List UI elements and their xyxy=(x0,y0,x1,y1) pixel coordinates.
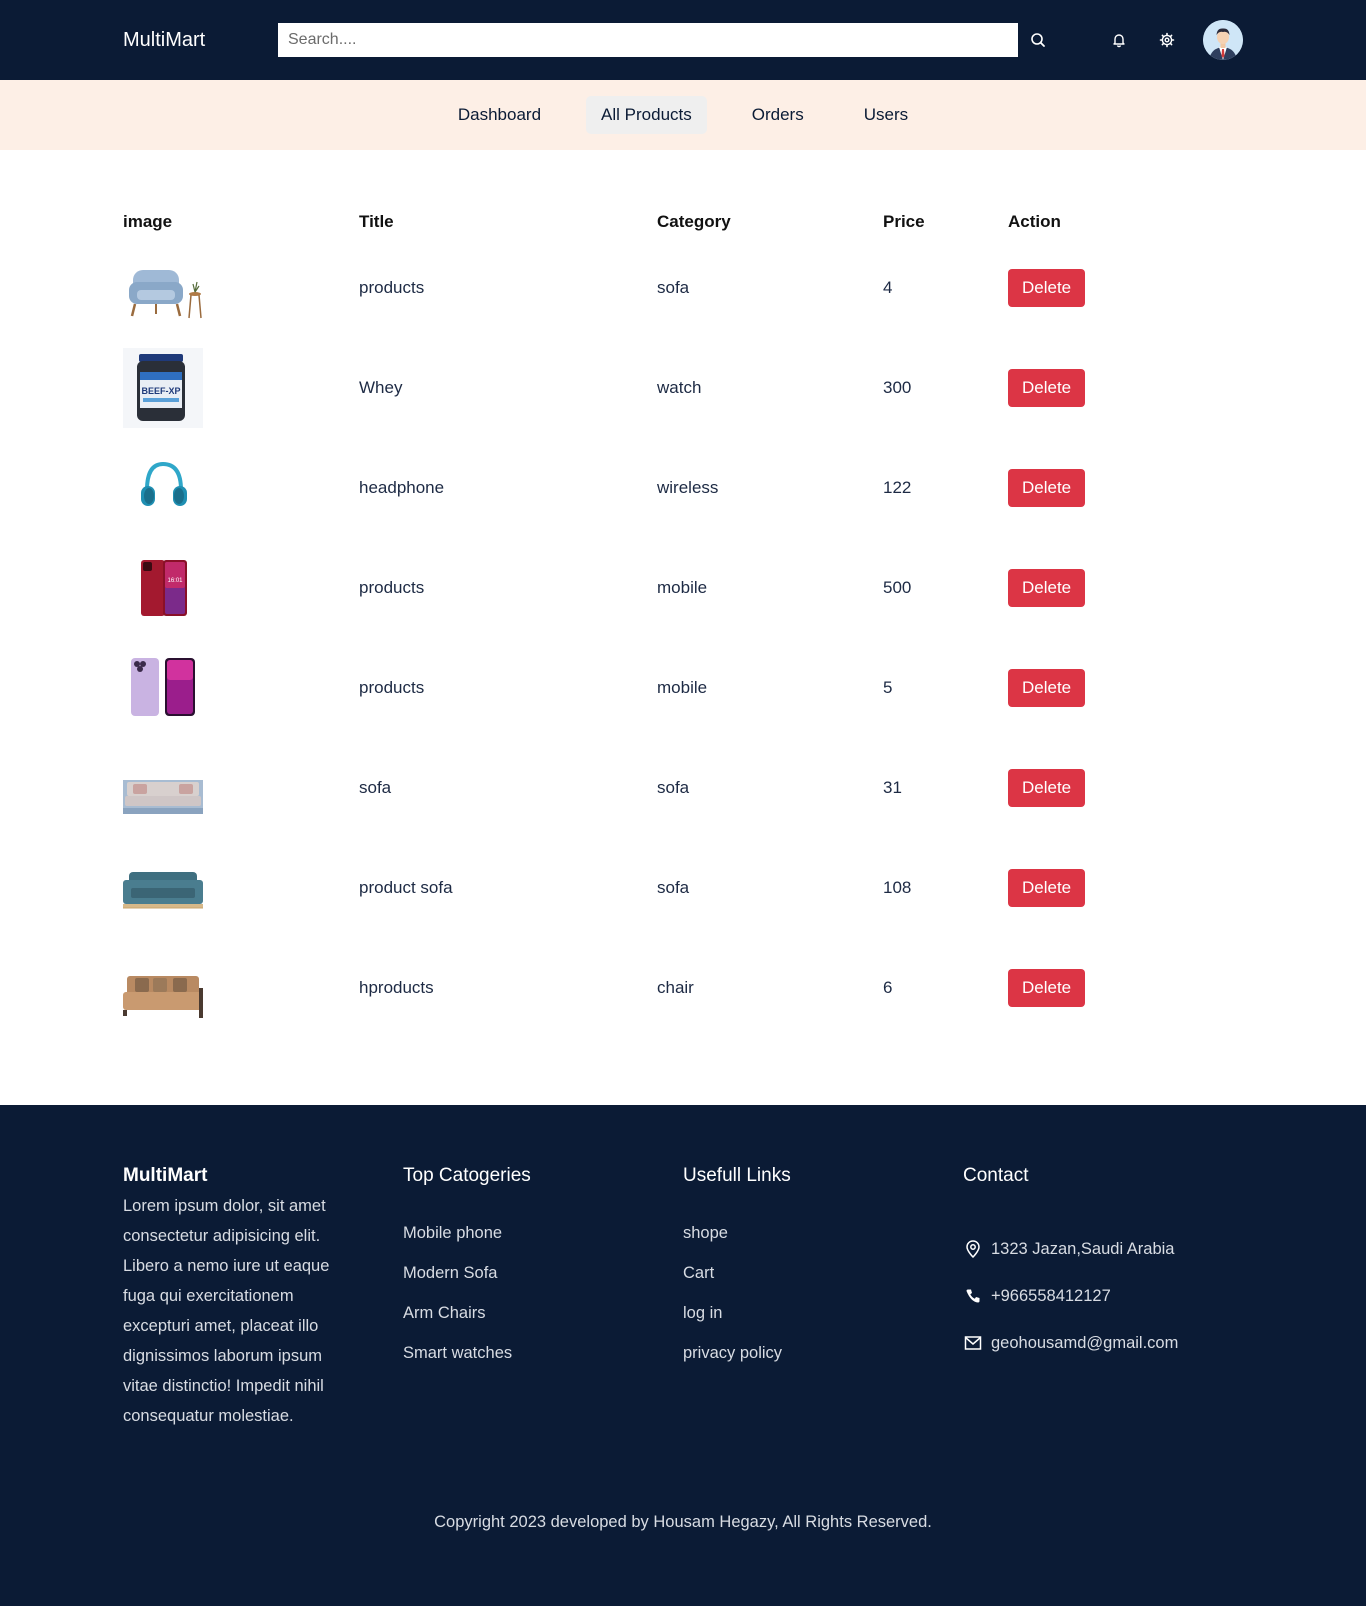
bell-icon[interactable] xyxy=(1101,22,1137,58)
cell-title: product sofa xyxy=(359,878,453,897)
grey-sofa-image xyxy=(123,780,203,814)
delete-button[interactable]: Delete xyxy=(1008,969,1086,1007)
cell-title: Whey xyxy=(359,378,403,397)
table-row: product sofa sofa 108 Delete xyxy=(123,838,1243,938)
brown-sofa-image xyxy=(123,976,203,1018)
cell-category: sofa xyxy=(657,778,690,797)
footer-link-mobile-phone[interactable]: Mobile phone xyxy=(403,1223,683,1263)
contact-email: geohousamd@gmail.com xyxy=(963,1319,1243,1366)
top-bar: MultiMart xyxy=(0,0,1366,80)
products-section: image Title Category Price Action produc… xyxy=(0,150,1366,1105)
gear-icon[interactable] xyxy=(1149,22,1185,58)
svg-text:16:01: 16:01 xyxy=(167,578,183,584)
armchair-image xyxy=(129,270,202,319)
delete-button[interactable]: Delete xyxy=(1008,269,1086,307)
footer-links-title: Usefull Links xyxy=(683,1165,791,1186)
footer-about-text: Lorem ipsum dolor, sit amet consectetur … xyxy=(123,1197,330,1425)
cell-category: sofa xyxy=(657,278,690,297)
main-nav: Dashboard All Products Orders Users xyxy=(0,80,1366,150)
delete-button[interactable]: Delete xyxy=(1008,769,1086,807)
cell-price: 4 xyxy=(883,278,893,297)
cell-title: products xyxy=(359,278,425,297)
footer-link-cart[interactable]: Cart xyxy=(683,1263,963,1303)
cell-price: 31 xyxy=(883,778,902,797)
footer-links: Usefull Links shope Cart log in privacy … xyxy=(683,1165,963,1431)
table-row: products sofa 4 Delete xyxy=(123,238,1243,338)
cell-category: watch xyxy=(657,378,702,397)
cell-price: 6 xyxy=(883,978,893,997)
avatar[interactable] xyxy=(1203,20,1243,60)
search-input[interactable] xyxy=(278,23,1018,57)
footer: MultiMart Lorem ipsum dolor, sit amet co… xyxy=(0,1105,1366,1606)
footer-about: MultiMart Lorem ipsum dolor, sit amet co… xyxy=(123,1165,403,1431)
copyright-text: Copyright 2023 developed by Housam Hegaz… xyxy=(434,1513,932,1531)
cell-title: hproducts xyxy=(359,978,434,997)
footer-link-arm-chairs[interactable]: Arm Chairs xyxy=(403,1303,683,1343)
delete-button[interactable]: Delete xyxy=(1008,569,1086,607)
cell-category: wireless xyxy=(657,478,719,497)
footer-link-modern-sofa[interactable]: Modern Sofa xyxy=(403,1263,683,1303)
delete-button[interactable]: Delete xyxy=(1008,669,1086,707)
cell-title: products xyxy=(359,678,425,697)
cell-category: chair xyxy=(657,978,694,997)
products-table: image Title Category Price Action produc… xyxy=(123,206,1243,1038)
table-row: hproducts chair 6 Delete xyxy=(123,938,1243,1038)
table-row: sofa sofa 31 Delete xyxy=(123,738,1243,838)
search-icon[interactable] xyxy=(1020,22,1056,58)
delete-button[interactable]: Delete xyxy=(1008,369,1086,407)
contact-address: 1323 Jazan,Saudi Arabia xyxy=(963,1225,1243,1272)
cell-price: 300 xyxy=(883,378,912,397)
table-row: headphone wireless 122 Delete xyxy=(123,438,1243,538)
contact-phone-text: +966558412127 xyxy=(991,1286,1111,1305)
nav-all-products[interactable]: All Products xyxy=(586,96,707,134)
phone-icon xyxy=(963,1286,983,1306)
location-pin-icon xyxy=(963,1239,983,1259)
footer-categories: Top Catogeries Mobile phone Modern Sofa … xyxy=(403,1165,683,1431)
cell-price: 108 xyxy=(883,878,912,897)
table-row: products mobile 5 Delete xyxy=(123,638,1243,738)
cell-category: mobile xyxy=(657,578,708,597)
red-phone-image: 16:01 xyxy=(141,560,187,616)
teal-sofa-image xyxy=(123,872,203,909)
footer-brand: MultiMart xyxy=(123,1165,208,1186)
nav-users[interactable]: Users xyxy=(849,96,923,134)
contact-phone: +966558412127 xyxy=(963,1272,1243,1319)
contact-address-text: 1323 Jazan,Saudi Arabia xyxy=(991,1239,1175,1258)
mail-icon xyxy=(963,1333,983,1353)
nav-orders[interactable]: Orders xyxy=(737,96,819,134)
header-title: Title xyxy=(359,212,394,231)
cell-price: 122 xyxy=(883,478,912,497)
delete-button[interactable]: Delete xyxy=(1008,469,1086,507)
header-action: Action xyxy=(1008,212,1061,231)
footer-link-privacy-policy[interactable]: privacy policy xyxy=(683,1343,963,1383)
footer-link-smart-watches[interactable]: Smart watches xyxy=(403,1343,683,1383)
footer-link-shope[interactable]: shope xyxy=(683,1223,963,1263)
headphone-image xyxy=(141,461,187,506)
svg-text:BEEF-XP: BEEF-XP xyxy=(141,386,180,396)
cell-title: sofa xyxy=(359,778,392,797)
footer-categories-title: Top Catogeries xyxy=(403,1165,531,1186)
delete-button[interactable]: Delete xyxy=(1008,869,1086,907)
header-category: Category xyxy=(657,212,731,231)
search-bar xyxy=(278,22,1056,58)
table-row: BEEF-XP Whey watch 300 Delete xyxy=(123,338,1243,438)
purple-phones-image xyxy=(131,658,195,716)
table-header-row: image Title Category Price Action xyxy=(123,206,1243,238)
footer-contact: Contact 1323 Jazan,Saudi Arabia +9665584… xyxy=(963,1165,1243,1431)
brand-logo[interactable]: MultiMart xyxy=(123,29,278,52)
protein-tub-image: BEEF-XP xyxy=(123,348,203,428)
cell-price: 5 xyxy=(883,678,893,697)
nav-dashboard[interactable]: Dashboard xyxy=(443,96,556,134)
footer-link-login[interactable]: log in xyxy=(683,1303,963,1343)
contact-email-text: geohousamd@gmail.com xyxy=(991,1333,1179,1352)
cell-title: products xyxy=(359,578,425,597)
cell-price: 500 xyxy=(883,578,912,597)
header-price: Price xyxy=(883,212,925,231)
cell-category: sofa xyxy=(657,878,690,897)
cell-category: mobile xyxy=(657,678,708,697)
cell-title: headphone xyxy=(359,478,445,497)
footer-contact-title: Contact xyxy=(963,1165,1029,1186)
table-row: 16:01 products mobile 500 Delete xyxy=(123,538,1243,638)
header-image: image xyxy=(123,212,173,231)
